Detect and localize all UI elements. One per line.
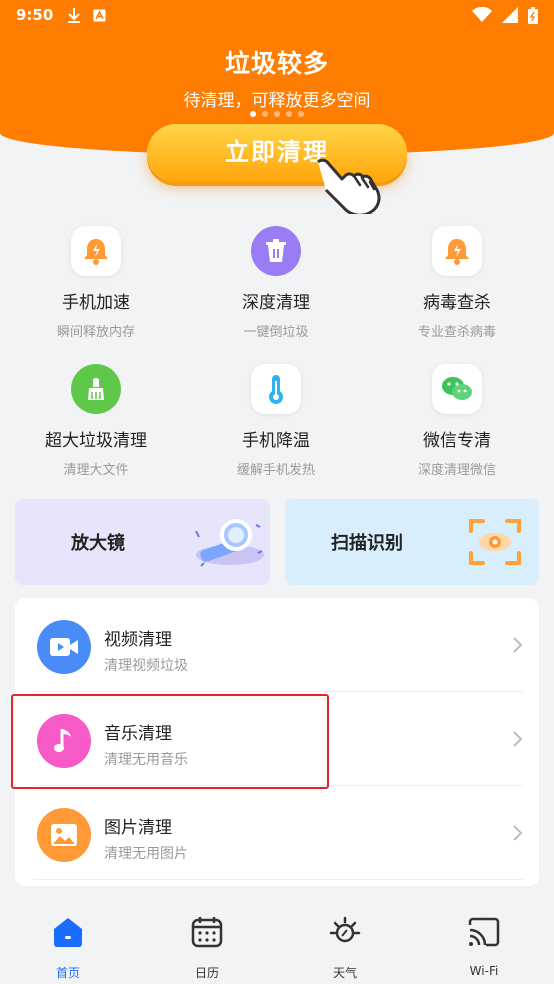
nav-tab-wifi[interactable]: Wi-Fi	[444, 914, 524, 978]
hero-subtitle: 待清理，可释放更多空间	[183, 91, 371, 111]
feature-desc: 缓解手机发热	[236, 463, 315, 478]
hero-title: 垃圾较多	[224, 49, 329, 78]
highlight-box	[11, 694, 329, 789]
scan-eye-icon	[469, 519, 521, 565]
list-item-subtitle: 清理视频垃圾	[104, 658, 188, 674]
feature-desc: 专业查杀病毒	[417, 325, 496, 340]
status-bar: 9:50	[0, 0, 554, 30]
nav-label: 首页	[55, 966, 80, 980]
feature-name: 超大垃圾清理	[45, 431, 147, 451]
battery-icon	[528, 6, 538, 24]
list-item-subtitle: 清理无用图片	[104, 846, 188, 862]
feature-name: 病毒查杀	[423, 293, 491, 313]
feature-deep-clean[interactable]: 深度清理 一键倒垃圾	[186, 226, 366, 340]
feature-desc: 一键倒垃圾	[243, 325, 309, 340]
feature-phone-boost[interactable]: 手机加速 瞬间释放内存	[6, 226, 186, 340]
pointing-hand-icon	[316, 158, 381, 214]
magnifier-icon	[195, 519, 264, 567]
page-dot	[298, 111, 304, 117]
page-dot	[250, 111, 256, 117]
status-time: 9:50	[16, 6, 54, 24]
cast-wifi-icon	[468, 917, 500, 947]
feature-desc: 深度清理微信	[417, 463, 496, 478]
nav-label: 日历	[194, 966, 219, 980]
feature-name: 微信专清	[423, 431, 491, 451]
scan-card-label: 扫描识别	[331, 533, 403, 554]
nav-tab-home[interactable]: 首页	[28, 914, 108, 981]
feature-large-junk[interactable]: 超大垃圾清理 清理大文件	[6, 364, 186, 478]
trash-icon	[251, 226, 301, 276]
image-icon	[37, 808, 91, 862]
nav-label: 天气	[332, 966, 357, 980]
magnifier-card[interactable]: 放大镜	[15, 499, 270, 585]
feature-cool-down[interactable]: 手机降温 缓解手机发热	[186, 364, 366, 478]
feature-virus-scan[interactable]: 病毒查杀 专业查杀病毒	[367, 226, 547, 340]
thermometer-icon	[251, 364, 301, 414]
list-item-video-clean[interactable]: 视频清理 清理视频垃圾	[15, 598, 539, 691]
video-icon	[37, 620, 91, 674]
calendar-icon	[191, 917, 223, 948]
list-item-title: 视频清理	[104, 630, 172, 650]
nav-tab-calendar[interactable]: 日历	[167, 914, 247, 981]
magnifier-card-label: 放大镜	[71, 533, 125, 554]
chevron-right-icon	[513, 825, 523, 841]
scan-card[interactable]: 扫描识别	[285, 499, 539, 585]
list-item-title: 图片清理	[104, 818, 172, 838]
cell-signal-icon	[502, 7, 518, 23]
chevron-right-icon	[513, 637, 523, 653]
page-indicator	[0, 111, 554, 117]
weather-sun-icon	[329, 916, 361, 943]
broom-icon	[71, 364, 121, 414]
home-icon	[54, 918, 82, 947]
download-icon	[68, 8, 81, 23]
feature-wechat-clean[interactable]: 微信专清 深度清理微信	[367, 364, 547, 478]
feature-name: 手机加速	[62, 293, 130, 313]
app-notification-icon	[93, 9, 106, 21]
bottom-navigation: 首页 日历 天气 Wi-Fi	[0, 904, 554, 984]
wechat-icon	[432, 364, 482, 414]
list-item-image-clean[interactable]: 图片清理 清理无用图片	[15, 786, 539, 879]
wifi-signal-icon	[472, 7, 492, 22]
page-dot	[274, 111, 280, 117]
divider	[33, 879, 523, 880]
bell-bolt-icon	[71, 226, 121, 276]
nav-label: Wi-Fi	[469, 964, 499, 978]
feature-desc: 清理大文件	[63, 463, 129, 478]
chevron-right-icon	[513, 731, 523, 747]
bell-bolt-icon	[432, 226, 482, 276]
nav-tab-weather[interactable]: 天气	[305, 914, 385, 981]
feature-name: 手机降温	[242, 431, 310, 451]
page-dot	[262, 111, 268, 117]
page-dot	[286, 111, 292, 117]
feature-desc: 瞬间释放内存	[56, 325, 135, 340]
feature-name: 深度清理	[242, 293, 310, 313]
